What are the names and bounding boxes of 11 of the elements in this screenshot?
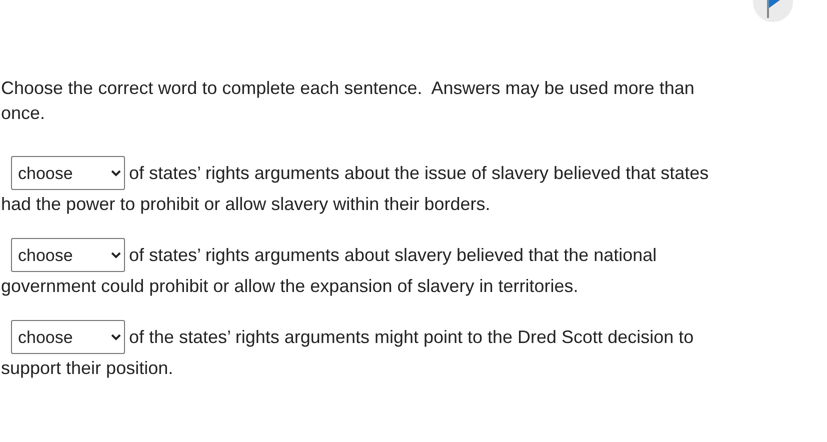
answer-dropdown[interactable]: choose <box>11 320 125 354</box>
sentence-text: support their position. <box>1 357 174 380</box>
answer-dropdown[interactable]: choose <box>11 238 125 272</box>
answer-dropdown[interactable]: choose <box>11 156 125 190</box>
sentence-text: government could prohibit or allow the expansion of slavery in territories. <box>1 275 578 298</box>
sentence-text: of the states’ rights arguments might point to the Dred Scott decision to <box>129 326 694 349</box>
sentence-text: of states’ rights arguments about the issue of slavery believed that states <box>129 162 709 185</box>
instructions-text: Choose the correct word to complete each sentence. Answers may be used more than once. <box>1 77 696 125</box>
sentence-text: of states’ rights arguments about slavery believed that the national <box>129 244 657 267</box>
flag-icon <box>766 0 780 18</box>
sentence-text: had the power to prohibit or allow slavery within their borders. <box>1 193 490 216</box>
